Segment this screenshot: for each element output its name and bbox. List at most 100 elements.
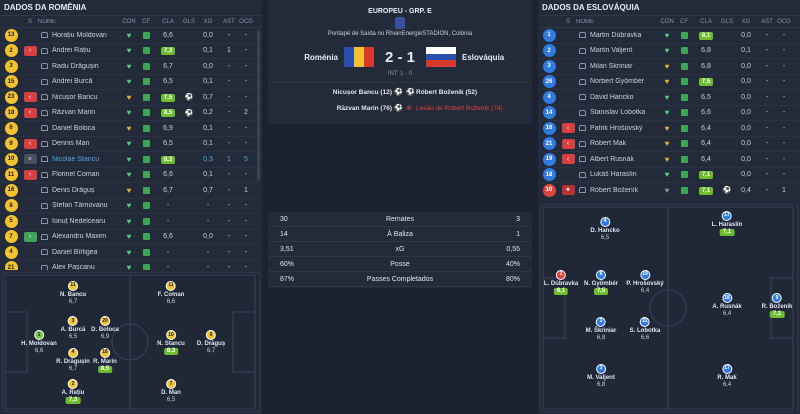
player-name[interactable]: Lukáš Haraslín (590, 171, 637, 178)
col-con[interactable]: CON (120, 19, 138, 25)
table-row[interactable]: 21 Alex Pașcanu ♥ - - - - (0, 261, 262, 270)
scrollbar[interactable] (257, 30, 260, 180)
player-name[interactable]: Dennis Man (52, 140, 89, 147)
pitch-player[interactable]: 3 A. Burcă 6,5 (61, 316, 85, 341)
player-name-cell[interactable]: Dennis Man (38, 140, 120, 147)
player-name[interactable]: Răzvan Marin (52, 109, 95, 116)
col-xg[interactable]: XG (734, 19, 758, 25)
player-name[interactable]: Dávid Hancko (590, 94, 634, 101)
table-row[interactable]: 4 Dávid Hancko ♥ 6,5 0,0 - - (538, 90, 800, 106)
player-name-cell[interactable]: Dávid Hancko (576, 94, 658, 101)
player-name-cell[interactable]: Andrei Rațiu (38, 47, 120, 54)
player-name[interactable]: Nicolae Stancu (52, 156, 99, 163)
player-name-cell[interactable]: Ștefan Târnovanu (38, 202, 120, 209)
player-name-cell[interactable]: Martin Dúbravka (576, 32, 658, 39)
table-row[interactable]: 6 Daniel Boloca ♥ 6,9 0,1 - - (0, 121, 262, 137)
player-name[interactable]: Denis Drăguș (52, 187, 94, 194)
player-name[interactable]: Nicușor Bancu (52, 94, 98, 101)
player-name[interactable]: Patrik Hrošovský (590, 125, 643, 132)
table-row[interactable]: 18 Lukáš Haraslín ♥ 7,1 0,0 - - (538, 168, 800, 183)
pitch-player[interactable]: 4 R. Drăgușin 6,7 (56, 347, 90, 373)
player-name-cell[interactable]: Nicolae Stancu (38, 156, 120, 163)
player-name-cell[interactable]: Florinel Coman (38, 171, 120, 178)
table-row[interactable]: 9 ‹ Dennis Man ♥ 6,5 0,1 - - (0, 137, 262, 152)
player-name-cell[interactable]: Róbert Boženík (576, 187, 658, 194)
player-name-cell[interactable]: Norbert Gyömbér (576, 78, 658, 85)
player-name[interactable]: Andrei Rațiu (52, 47, 91, 54)
table-row[interactable]: 13 Horațiu Moldovan ♥ 6,6 0,0 - - (0, 28, 262, 44)
player-name[interactable]: Alexandru Maxim (52, 233, 106, 240)
table-row[interactable]: 2 Martin Valjent ♥ 6,8 0,1 - - (538, 44, 800, 59)
pitch-player[interactable]: 6 N. Gyömbér 7,5 (584, 269, 618, 295)
table-row[interactable]: 4 Daniel Bîrligea ♥ - - - - (0, 245, 262, 261)
col-ocg[interactable]: OCG (238, 19, 254, 25)
table-row[interactable]: 10 ≡ Nicolae Stancu ♥ 8,3 0,3 1 5 (0, 152, 262, 168)
player-name-cell[interactable]: Andrei Burcă (38, 78, 120, 85)
table-row[interactable]: 5 Ionuț Nedelcearu ♥ - - - - (0, 214, 262, 230)
player-name-cell[interactable]: Ionuț Nedelcearu (38, 218, 120, 225)
player-name[interactable]: Milan Škriniar (590, 63, 632, 70)
player-name[interactable]: Róbert Boženík (590, 187, 638, 194)
player-name[interactable]: Florinel Coman (52, 171, 99, 178)
table-row[interactable]: 15 Andrei Burcă ♥ 6,5 0,1 - - (0, 75, 262, 90)
col-ast[interactable]: AST (220, 19, 238, 25)
player-name-cell[interactable]: Răzvan Marin (38, 109, 120, 116)
table-row[interactable]: 16 Denis Drăguș ♥ 6,7 0,7 - 1 (0, 183, 262, 199)
player-name-cell[interactable]: Patrik Hrošovský (576, 125, 658, 132)
player-name[interactable]: Ștefan Târnovanu (52, 202, 108, 209)
table-row[interactable]: 21 ‹ Róbert Mak ♥ 6,4 0,0 - - (538, 137, 800, 152)
table-row[interactable]: 11 ‹ Florinel Coman ♥ 6,6 0,1 - - (0, 168, 262, 183)
col-ast[interactable]: AST (758, 19, 776, 25)
player-name[interactable]: Martin Dúbravka (590, 32, 641, 39)
player-name-cell[interactable]: Martin Valjent (576, 47, 658, 54)
player-name-cell[interactable]: Daniel Bîrligea (38, 249, 120, 256)
player-name-cell[interactable]: Milan Škriniar (576, 63, 658, 70)
player-name-cell[interactable]: Horațiu Moldovan (38, 32, 120, 39)
col-cla[interactable]: CLA (154, 19, 182, 25)
table-row[interactable]: 1 Martin Dúbravka ♥ 8,1 0,0 - - (538, 28, 800, 44)
table-row[interactable]: 3 Radu Drăgușin ♥ 6,7 0,0 - - (0, 59, 262, 75)
player-name-cell[interactable]: Alex Pașcanu (38, 264, 120, 270)
player-name[interactable]: Stanislav Lobotka (590, 109, 645, 116)
player-name-cell[interactable]: Daniel Boloca (38, 125, 120, 132)
player-name-cell[interactable]: Róbert Mak (576, 140, 658, 147)
pitch-player[interactable]: 3 M. Škriniar 6,8 (586, 316, 616, 342)
player-name-cell[interactable]: Nicușor Bancu (38, 94, 120, 101)
col-nome[interactable]: NOME (38, 19, 120, 25)
pitch-player[interactable]: 2 A. Rațiu 7,3 (62, 379, 84, 405)
player-name[interactable]: Alex Pașcanu (52, 264, 95, 270)
table-row[interactable]: 23 ‹ Nicușor Bancu ♥ 7,5 ⚽ 0,7 - - (0, 90, 262, 106)
table-row[interactable]: 14 Stanislav Lobotka ♥ 6,6 0,0 - - (538, 106, 800, 121)
pitch-player[interactable]: 7 D. Man 6,5 (161, 379, 181, 404)
player-name[interactable]: Daniel Boloca (52, 125, 95, 132)
player-name[interactable]: Albert Rusnák (590, 156, 634, 163)
player-name[interactable]: Daniel Bîrligea (52, 249, 98, 256)
player-name-cell[interactable]: Radu Drăgușin (38, 63, 120, 70)
player-name[interactable]: Radu Drăgușin (52, 63, 99, 70)
col-con[interactable]: CON (658, 19, 676, 25)
col-xg[interactable]: XG (196, 19, 220, 25)
table-row[interactable]: 3 Milan Škriniar ♥ 6,8 0,0 - - (538, 59, 800, 75)
pitch-player[interactable]: 18 R. Marin 8,5 (93, 347, 117, 373)
col-nome[interactable]: NOME (576, 19, 658, 25)
player-name-cell[interactable]: Stanislav Lobotka (576, 109, 658, 116)
pitch-player[interactable]: 11 F. Coman 6,6 (158, 280, 184, 306)
col-cla[interactable]: CLA (692, 19, 720, 25)
player-name[interactable]: Norbert Gyömbér (590, 78, 644, 85)
col-s[interactable]: S (22, 19, 38, 25)
table-row[interactable]: 10 ✚ Róbert Boženík ♥ 7,1 ⚽ 0,4 - 1 (538, 183, 800, 198)
pitch-player[interactable]: 11 N. Bancu 6,7 (60, 280, 86, 306)
col-cf[interactable]: CF (676, 19, 692, 25)
pitch-player[interactable]: 1 H. Moldovan 6,6 (21, 330, 57, 355)
table-row[interactable]: 19 ‹ Albert Rusnák ♥ 6,4 0,0 - - (538, 152, 800, 168)
home-team[interactable]: Roménia (286, 53, 338, 62)
pitch-player[interactable]: 18 A. Rusnák 6,4 (712, 293, 742, 318)
col-gls[interactable]: GLS (182, 19, 196, 25)
col-gls[interactable]: GLS (720, 19, 734, 25)
pitch-player[interactable]: 9 R. Boženík 7,1 (762, 293, 792, 319)
pitch-player[interactable]: 4 D. Hancko 6,5 (590, 216, 620, 242)
player-name-cell[interactable]: Denis Drăguș (38, 187, 120, 194)
player-name-cell[interactable]: Lukáš Haraslín (576, 171, 658, 178)
table-row[interactable]: 2 ‹ Andrei Rațiu ♥ 7,3 0,1 1 - (0, 44, 262, 59)
pitch-player[interactable]: 19 P. Hrošovský 6,4 (626, 269, 664, 295)
